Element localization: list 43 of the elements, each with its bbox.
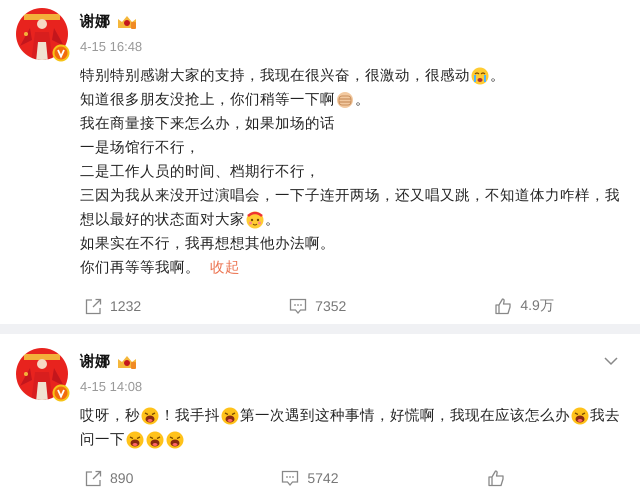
- post-text: 你们再等等我啊。: [80, 259, 200, 278]
- post-text: 如果实在不行，我再想想其他办法啊。: [80, 234, 335, 254]
- post-text: 哎呀，秒: [80, 407, 140, 426]
- post-text: 我在商量接下来怎么办，如果加场的话: [80, 114, 335, 134]
- repost-count: 890: [110, 470, 134, 486]
- smiling-face-icon: [246, 211, 264, 229]
- repost-count: 1232: [110, 298, 142, 314]
- post-text: 。: [490, 67, 505, 86]
- shouting-face-icon: [126, 431, 144, 449]
- chevron-down-icon[interactable]: [604, 356, 618, 366]
- crown-icon: [116, 14, 138, 30]
- author-name[interactable]: 谢娜: [80, 12, 110, 31]
- post-text: 。: [355, 91, 370, 110]
- comment-count: 7352: [315, 298, 346, 314]
- post-time: 4-15 16:48: [80, 39, 142, 54]
- shouting-face-icon: [571, 407, 589, 425]
- thumbs-up-icon[interactable]: [494, 297, 512, 315]
- post-text: 二是工作人员的时间、档期行不行，: [80, 163, 320, 182]
- thumbs-up-icon[interactable]: [486, 469, 505, 487]
- post-text: 我去: [590, 407, 620, 426]
- post-text: ！我手抖: [160, 406, 220, 426]
- post-text: 一是场馆行不行，: [80, 139, 200, 158]
- post-text: 知道很多朋友没抢上，你们稍等一下啊: [80, 91, 335, 110]
- post-text: 问一下: [80, 431, 125, 450]
- post-text: 想以最好的状态面对大家: [80, 210, 245, 230]
- share-icon[interactable]: [84, 297, 102, 315]
- post-text: 第一次遇到这种事情，好慌啊，我现在应该怎么办: [240, 406, 570, 426]
- shouting-face-icon: [221, 407, 239, 425]
- shouting-face-icon: [166, 431, 184, 449]
- comment-icon[interactable]: [281, 469, 300, 487]
- post-text: 特别特别感谢大家的支持，我现在很兴奋，很激动，很感动: [80, 66, 470, 86]
- author-name[interactable]: 谢娜: [80, 352, 110, 371]
- comment-icon[interactable]: [289, 297, 308, 315]
- shouting-face-icon: [146, 431, 164, 449]
- post-time: 4-15 14:08: [80, 379, 142, 394]
- shouting-face-icon: [141, 407, 159, 425]
- share-icon[interactable]: [84, 469, 102, 487]
- crying-face-icon: [471, 67, 489, 85]
- post-text: 。: [265, 211, 280, 230]
- crown-icon: [116, 354, 138, 370]
- like-count: 4.9万: [520, 297, 554, 315]
- post-text: 三因为我从来没开过演唱会，一下子连开两场，还又唱又跳，不知道体力咋样，我: [80, 186, 620, 206]
- comment-count: 5742: [307, 470, 339, 486]
